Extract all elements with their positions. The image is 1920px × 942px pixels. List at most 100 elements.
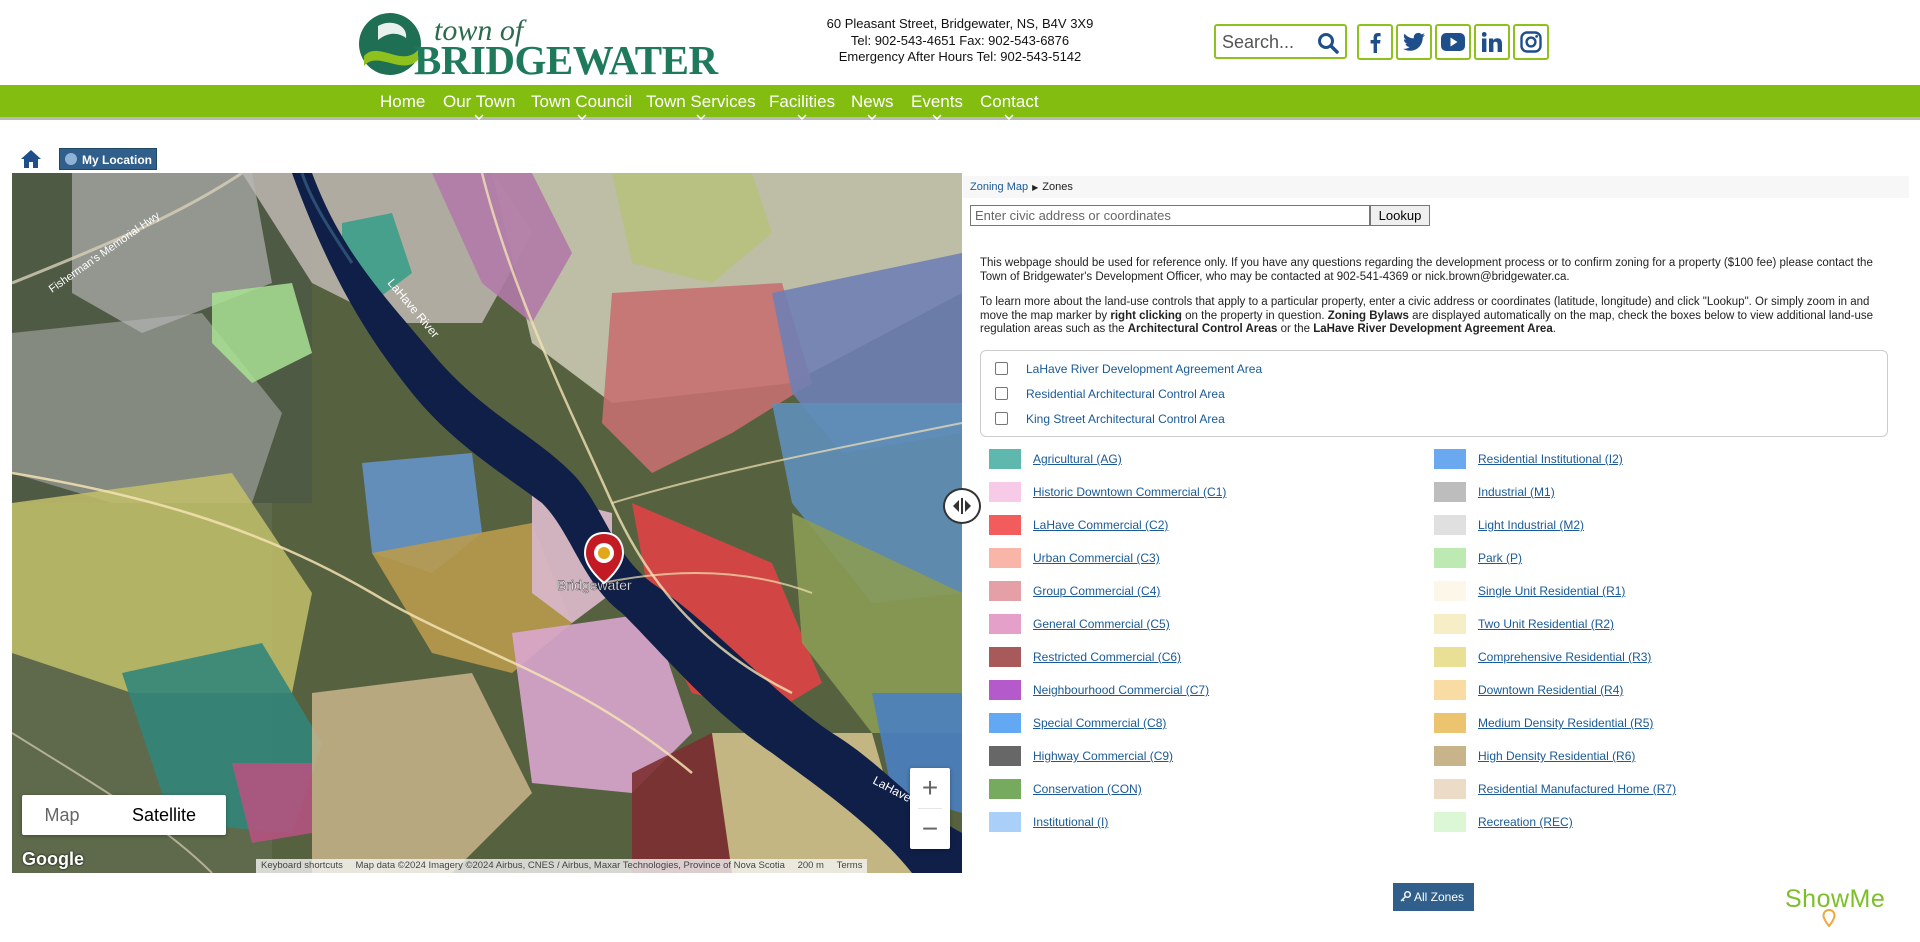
zone-link[interactable]: LaHave Commercial (C2)	[1033, 518, 1168, 532]
search-icon[interactable]	[1317, 32, 1339, 54]
logo-text-name: BRIDGEWATER	[414, 37, 718, 83]
zone-color-swatch	[989, 482, 1021, 502]
zone-link[interactable]: Downtown Residential (R4)	[1478, 683, 1623, 697]
zone-link[interactable]: Single Unit Residential (R1)	[1478, 584, 1625, 598]
zone-link[interactable]: Highway Commercial (C9)	[1033, 749, 1173, 763]
town-logo[interactable]: town of BRIDGEWATER	[358, 10, 718, 81]
logo-mark-icon	[359, 13, 421, 75]
overlay-label: LaHave River Development Agreement Area	[1026, 362, 1263, 376]
nav-town-services[interactable]: Town Services	[646, 92, 756, 120]
keyboard-shortcuts-link[interactable]: Keyboard shortcuts	[256, 860, 348, 871]
contact-info: 60 Pleasant Street, Bridgewater, NS, B4V…	[790, 16, 1130, 66]
instructions-part: .	[1552, 323, 1556, 335]
terms-link[interactable]: Terms	[832, 860, 868, 871]
instructions-bold: right clicking	[1110, 309, 1182, 322]
zone-color-swatch	[1434, 812, 1466, 832]
nav-contact[interactable]: Contact	[980, 92, 1039, 120]
zone-link[interactable]: Park (P)	[1478, 551, 1522, 565]
zone-color-swatch	[989, 713, 1021, 733]
nav-home[interactable]: Home	[380, 92, 425, 112]
search-input[interactable]	[1222, 32, 1312, 52]
zone-link[interactable]: General Commercial (C5)	[1033, 617, 1170, 631]
nav-town-council-label: Town Council	[531, 92, 633, 111]
nav-facilities[interactable]: Facilities	[769, 92, 836, 120]
nav-town-services-label: Town Services	[646, 92, 756, 111]
address-text: 60 Pleasant Street, Bridgewater, NS, B4V…	[826, 16, 1094, 31]
map-label-town: Bridgewater	[557, 577, 632, 593]
zone-color-swatch	[1434, 449, 1466, 469]
chevron-down-icon	[696, 114, 706, 120]
instructions-bold: Zoning Bylaws	[1327, 309, 1409, 322]
lookup-button[interactable]: Lookup	[1370, 205, 1430, 226]
zone-link[interactable]: Conservation (CON)	[1033, 782, 1142, 796]
youtube-icon[interactable]	[1435, 24, 1471, 60]
nav-home-label: Home	[380, 92, 426, 111]
showme-logo[interactable]: ShowMe	[1785, 885, 1885, 927]
facebook-icon[interactable]	[1357, 24, 1393, 60]
map-type-control: Map Satellite	[22, 795, 226, 835]
zoom-out-icon[interactable]: −	[910, 809, 950, 849]
breadcrumb-zoning-map[interactable]: Zoning Map	[970, 181, 1028, 193]
zoom-control: + −	[910, 768, 950, 849]
nav-our-town[interactable]: Our Town	[443, 92, 515, 120]
linkedin-icon[interactable]	[1474, 24, 1510, 60]
zone-link[interactable]: Group Commercial (C4)	[1033, 584, 1160, 598]
zone-link[interactable]: Medium Density Residential (R5)	[1478, 716, 1653, 730]
zone-color-swatch	[1434, 746, 1466, 766]
arrow-right-icon	[965, 500, 971, 512]
arrow-left-icon	[953, 500, 959, 512]
zone-color-swatch	[989, 581, 1021, 601]
zone-link[interactable]: High Density Residential (R6)	[1478, 749, 1635, 763]
address-lookup-input[interactable]	[970, 205, 1370, 226]
zone-link[interactable]: Urban Commercial (C3)	[1033, 551, 1160, 565]
panel-resize-handle[interactable]	[943, 488, 981, 524]
my-location-button[interactable]: My Location	[59, 148, 157, 170]
zone-link[interactable]: Recreation (REC)	[1478, 815, 1573, 829]
zone-link[interactable]: Agricultural (AG)	[1033, 452, 1122, 466]
breadcrumb-zones: Zones	[1042, 181, 1073, 193]
zoning-map[interactable]: Fisherman's Memorial Hwy LaHave River Br…	[12, 173, 962, 873]
overlay-label: Residential Architectural Control Area	[1026, 387, 1225, 401]
overlay-checkboxes: LaHave River Development Agreement Area …	[980, 350, 1888, 437]
map-type-map-button[interactable]: Map	[22, 795, 102, 835]
map-attribution: Keyboard shortcuts Map data ©2024 Imager…	[256, 859, 868, 873]
zone-link[interactable]: Residential Institutional (I2)	[1478, 452, 1623, 466]
overlay-label: King Street Architectural Control Area	[1026, 412, 1225, 426]
chevron-down-icon	[797, 114, 807, 120]
all-zones-button[interactable]: All Zones	[1393, 883, 1474, 911]
zone-color-swatch	[1434, 515, 1466, 535]
nav-news[interactable]: News	[851, 92, 894, 120]
zone-color-swatch	[989, 647, 1021, 667]
zone-link[interactable]: Light Industrial (M2)	[1478, 518, 1584, 532]
zone-link[interactable]: Residential Manufactured Home (R7)	[1478, 782, 1676, 796]
checkbox[interactable]	[995, 362, 1008, 375]
phone-text: Tel: 902-543-4651 Fax: 902-543-6876	[850, 32, 1070, 48]
zone-link[interactable]: Restricted Commercial (C6)	[1033, 650, 1181, 664]
instagram-icon[interactable]	[1513, 24, 1549, 60]
instructions-bold: Architectural Control Areas	[1127, 323, 1278, 335]
zone-link[interactable]: Comprehensive Residential (R3)	[1478, 650, 1651, 664]
map-type-satellite-button[interactable]: Satellite	[102, 795, 226, 835]
checkbox[interactable]	[995, 412, 1008, 425]
location-pin-icon	[1822, 909, 1836, 927]
zoom-in-icon[interactable]: +	[910, 768, 950, 808]
zone-link[interactable]: Two Unit Residential (R2)	[1478, 617, 1614, 631]
zone-link[interactable]: Institutional (I)	[1033, 815, 1108, 829]
checkbox[interactable]	[995, 387, 1008, 400]
nav-facilities-label: Facilities	[769, 92, 836, 111]
chevron-down-icon	[932, 114, 942, 120]
zone-color-swatch	[1434, 548, 1466, 568]
zone-link[interactable]: Special Commercial (C8)	[1033, 716, 1166, 730]
map-scale[interactable]: 200 m	[793, 860, 829, 871]
chevron-down-icon	[1004, 114, 1014, 120]
twitter-icon[interactable]	[1396, 24, 1432, 60]
home-icon[interactable]	[20, 148, 42, 170]
zone-link[interactable]: Historic Downtown Commercial (C1)	[1033, 485, 1226, 499]
zone-color-swatch	[989, 680, 1021, 700]
nav-town-council[interactable]: Town Council	[531, 92, 633, 120]
nav-events[interactable]: Events	[911, 92, 963, 120]
zone-color-swatch	[1434, 614, 1466, 634]
zone-link[interactable]: Neighbourhood Commercial (C7)	[1033, 683, 1209, 697]
zone-link[interactable]: Industrial (M1)	[1478, 485, 1555, 499]
zone-color-swatch	[1434, 680, 1466, 700]
